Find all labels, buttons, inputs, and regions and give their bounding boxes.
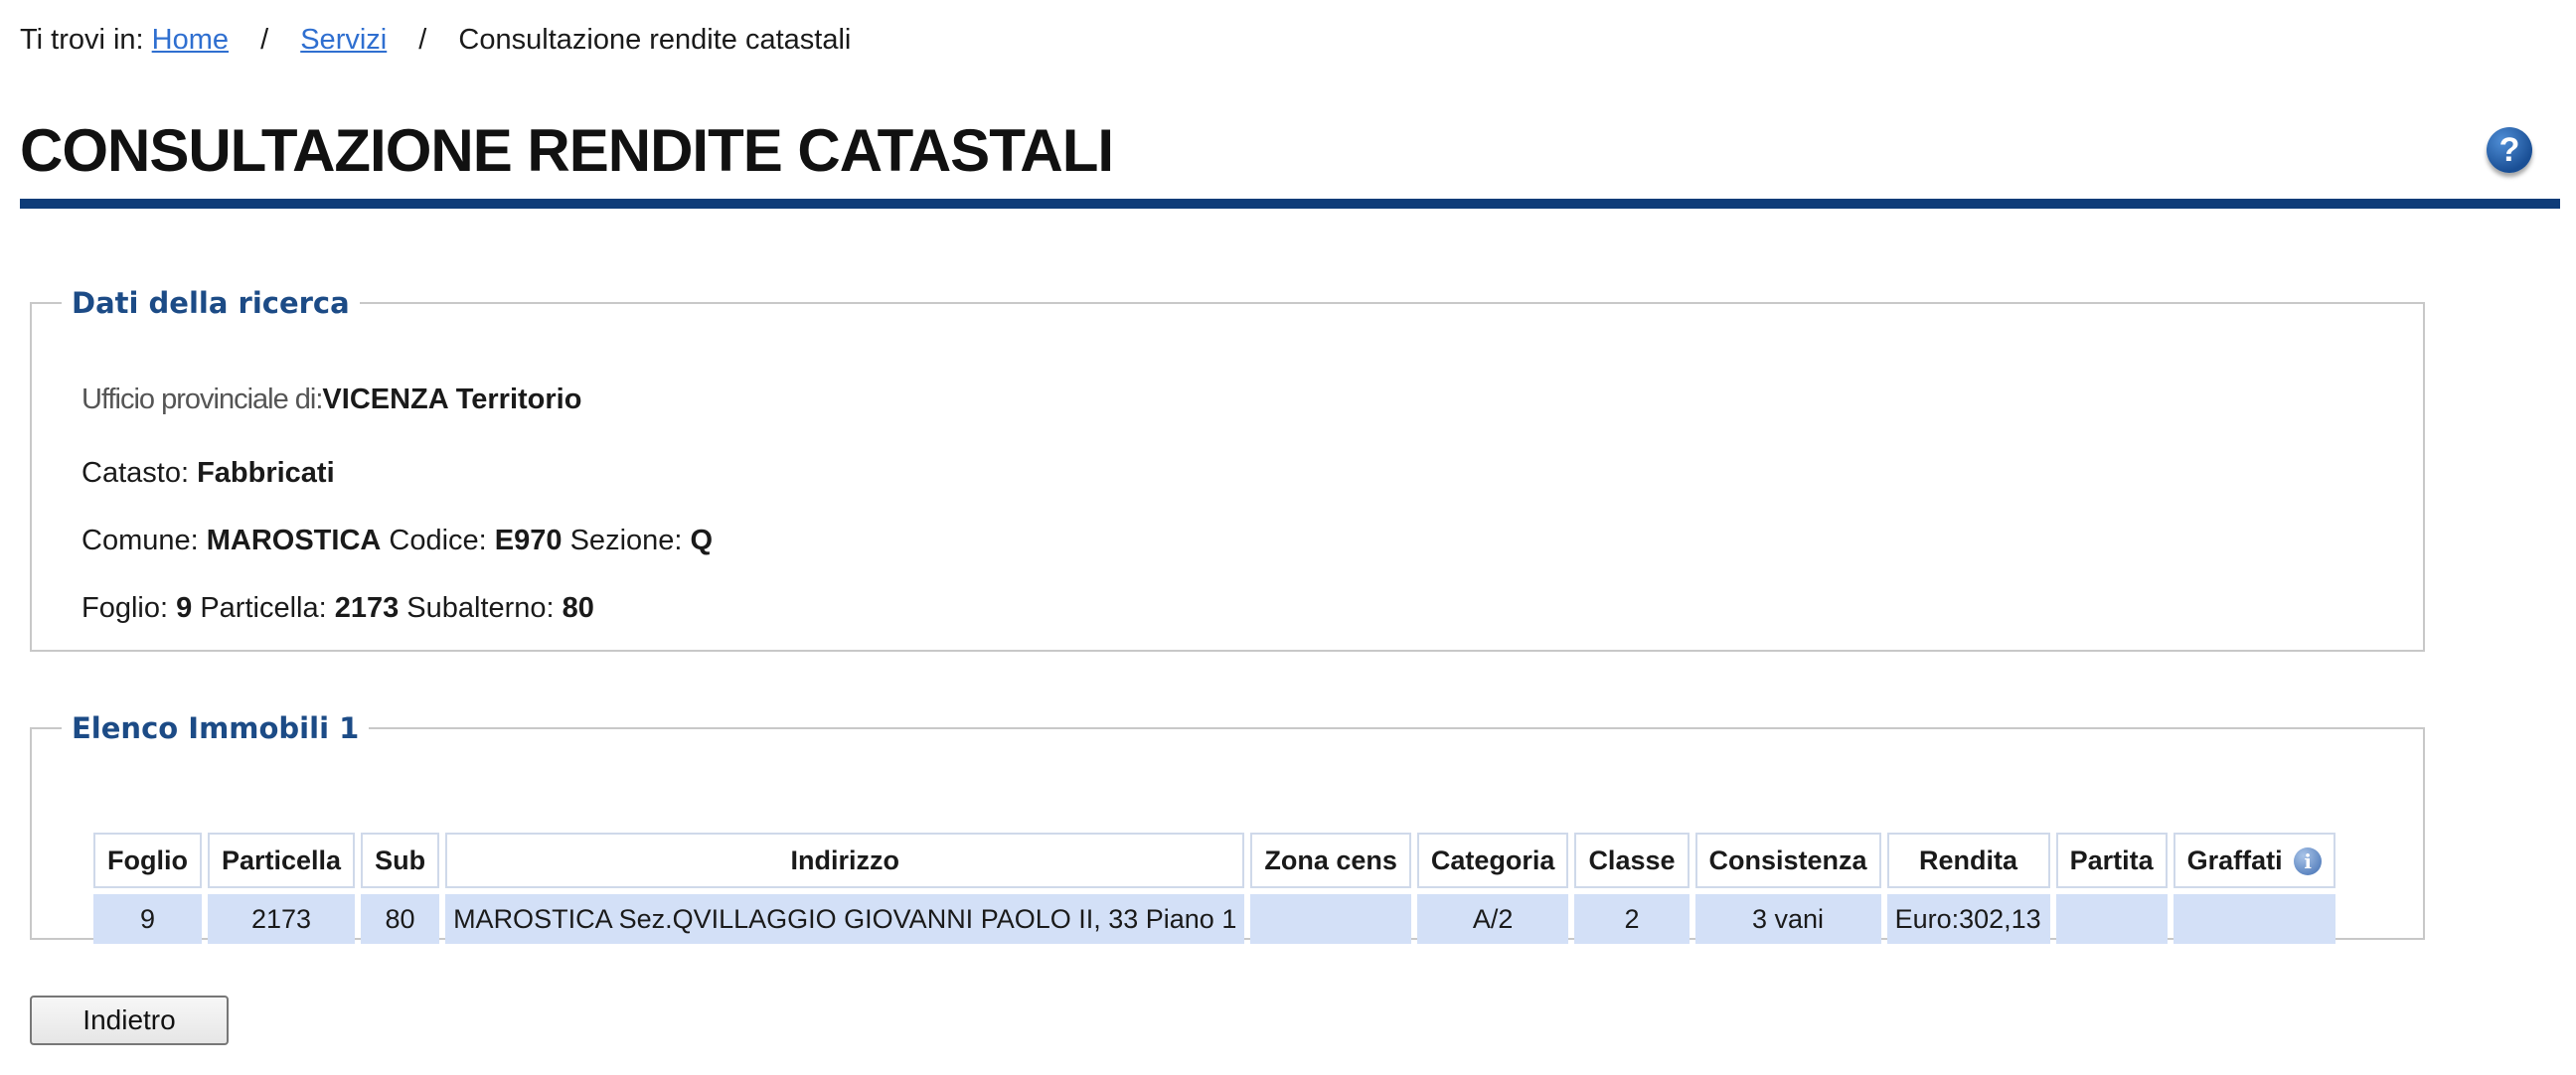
breadcrumb: Ti trovi in: Home / Servizi / Consultazi… (20, 20, 851, 60)
column-header-foglio: Foglio (93, 833, 202, 888)
results-legend: Elenco Immobili 1 (72, 711, 360, 745)
search-data-legend: Dati della ricerca (72, 286, 350, 320)
back-button[interactable]: Indietro (30, 996, 229, 1045)
comune-value: MAROSTICA (206, 525, 382, 556)
cell-graffati (2173, 894, 2336, 944)
comune-label: Comune: (81, 525, 199, 556)
column-header-zona-cens: Zona cens (1250, 833, 1411, 888)
cell-consistenza: 3 vani (1694, 894, 1881, 944)
comune-row: Comune: MAROSTICA Codice: E970 Sezione: … (81, 521, 713, 560)
ufficio-row: Ufficio provinciale di:VICENZA Territori… (81, 380, 581, 419)
cell-sub: 80 (361, 894, 440, 944)
column-header-indirizzo: Indirizzo (445, 833, 1245, 888)
breadcrumb-separator: / (418, 24, 427, 56)
search-data-panel: Dati della ricerca Ufficio provinciale d… (30, 286, 2425, 652)
breadcrumb-prefix: Ti trovi in: (20, 24, 144, 56)
results-table: Foglio Particella Sub Indirizzo Zona cen… (87, 827, 2341, 950)
catasto-row: Catasto: Fabbricati (81, 453, 335, 493)
column-header-categoria: Categoria (1416, 833, 1569, 888)
breadcrumb-link-home[interactable]: Home (152, 24, 229, 56)
question-icon[interactable]: ? (2487, 127, 2532, 173)
cell-rendita: Euro:302,13 (1886, 894, 2050, 944)
column-header-rendita: Rendita (1886, 833, 2050, 888)
catasto-value: Fabbricati (197, 457, 335, 489)
ufficio-value: VICENZA Territorio (322, 384, 582, 415)
ufficio-label: Ufficio provinciale di: (81, 384, 323, 415)
cell-foglio: 9 (93, 894, 202, 944)
sezione-label: Sezione: (569, 525, 683, 556)
column-header-graffati: Graffati i (2173, 833, 2336, 888)
column-header-consistenza: Consistenza (1694, 833, 1881, 888)
title-divider (20, 199, 2560, 209)
column-header-sub: Sub (361, 833, 440, 888)
breadcrumb-separator: / (260, 24, 269, 56)
info-icon[interactable]: i (2294, 847, 2323, 876)
column-header-classe: Classe (1574, 833, 1690, 888)
sezione-value: Q (690, 525, 714, 556)
breadcrumb-link-servizi[interactable]: Servizi (300, 24, 387, 56)
catasto-label: Catasto: (81, 457, 189, 489)
foglio-value: 9 (176, 592, 193, 624)
column-header-particella: Particella (207, 833, 356, 888)
subalterno-value: 80 (562, 592, 594, 624)
cell-particella: 2173 (207, 894, 356, 944)
codice-label: Codice: (389, 525, 487, 556)
cell-partita (2055, 894, 2168, 944)
subalterno-label: Subalterno: (406, 592, 555, 624)
particella-value: 2173 (334, 592, 400, 624)
foglio-label: Foglio: (81, 592, 169, 624)
cell-indirizzo: MAROSTICA Sez.QVILLAGGIO GIOVANNI PAOLO … (445, 894, 1245, 944)
cell-classe: 2 (1574, 894, 1690, 944)
cell-categoria: A/2 (1416, 894, 1569, 944)
cell-zona-cens (1250, 894, 1411, 944)
column-header-partita: Partita (2055, 833, 2168, 888)
graffati-label: Graffati (2186, 845, 2283, 875)
breadcrumb-current: Consultazione rendite catastali (458, 24, 852, 56)
particella-label: Particella: (200, 592, 327, 624)
table-row: 9 2173 80 MAROSTICA Sez.QVILLAGGIO GIOVA… (93, 894, 2336, 944)
codice-value: E970 (494, 525, 563, 556)
table-header-row: Foglio Particella Sub Indirizzo Zona cen… (93, 833, 2336, 888)
page-title: CONSULTAZIONE RENDITE CATASTALI (20, 117, 1114, 184)
foglio-row: Foglio: 9 Particella: 2173 Subalterno: 8… (81, 588, 594, 628)
results-panel: Elenco Immobili 1 Foglio Particella Sub … (30, 711, 2425, 944)
